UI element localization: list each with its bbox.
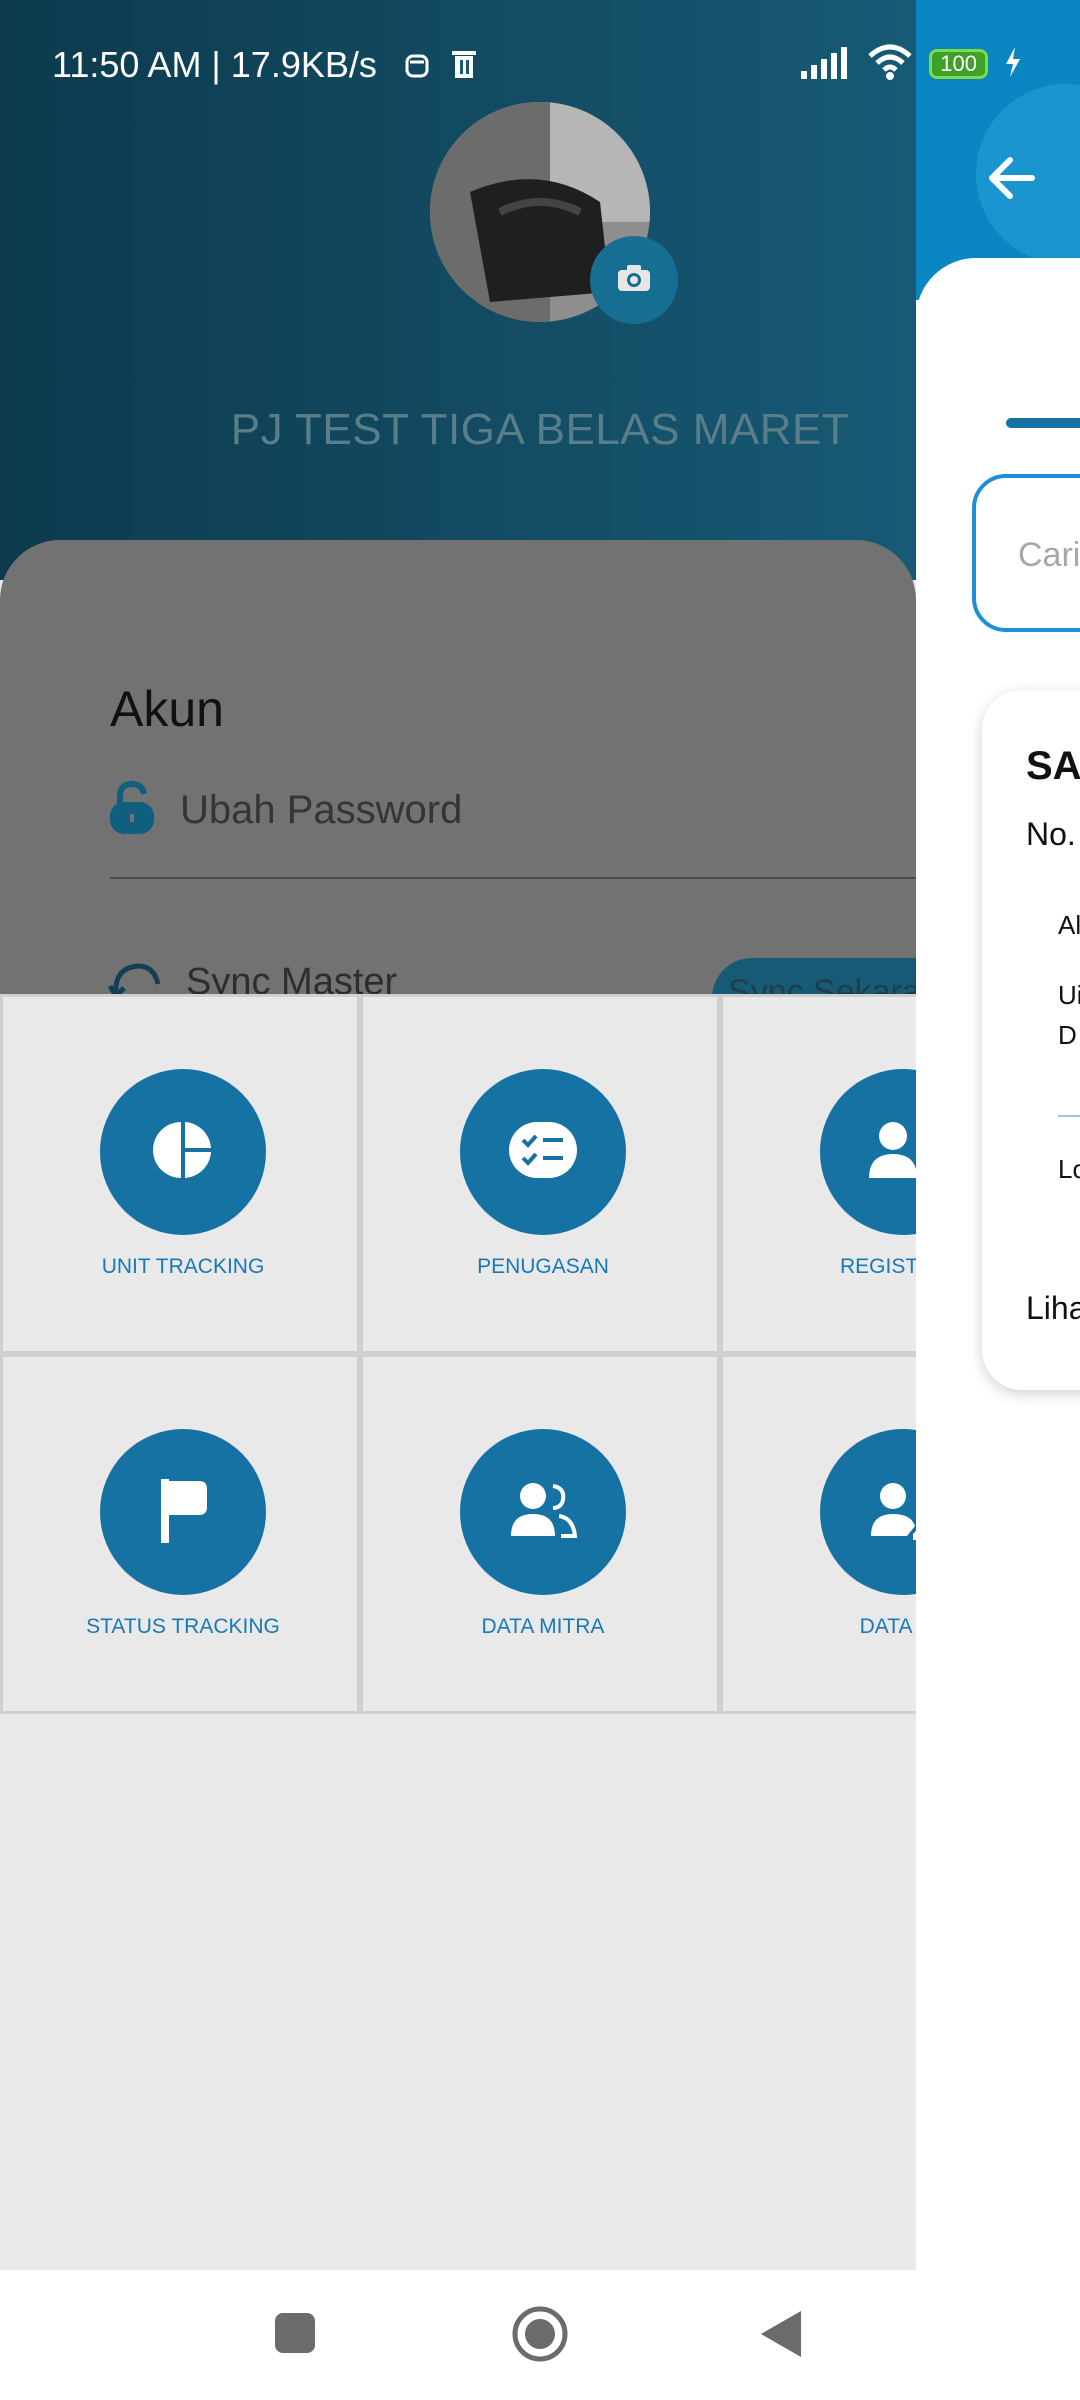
menu-label: STATUS TRACKING <box>86 1615 280 1638</box>
status-icons: 100 <box>801 44 1022 84</box>
menu-icon-circle <box>460 1069 626 1235</box>
battery-indicator: 100 <box>929 49 988 79</box>
square-icon <box>274 2312 316 2358</box>
card-line-2a: Ui <box>1058 980 1080 1010</box>
pie-chart-icon <box>151 1118 215 1186</box>
menu-unit-tracking[interactable]: UNIT TRACKING <box>0 994 360 1354</box>
users-icon <box>507 1478 579 1546</box>
home-button[interactable] <box>510 2306 570 2366</box>
tab-indicator <box>1006 418 1080 428</box>
card-line-3: Lo <box>1058 1154 1080 1184</box>
camera-button[interactable] <box>590 236 678 324</box>
notification-icon <box>404 46 430 84</box>
status-bar: 11:50 AM | 17.9KB/s 100 <box>0 0 1080 130</box>
charging-icon <box>1004 47 1022 81</box>
menu-icon-circle <box>100 1069 266 1235</box>
menu-label: PENUGASAN <box>477 1255 609 1278</box>
search-screen: Cari SA No. Al Ui D Lo Liha <box>916 0 1080 2270</box>
account-title: Akun <box>110 681 224 737</box>
trash-icon <box>450 48 478 84</box>
menu-data-profil[interactable]: DATA PR <box>720 1354 916 1714</box>
card-divider <box>1058 1115 1080 1117</box>
menu-data-mitra[interactable]: DATA MITRA <box>360 1354 720 1714</box>
back-button[interactable] <box>972 150 1052 210</box>
user-add-icon <box>867 1118 916 1186</box>
menu-icon-circle <box>820 1429 916 1595</box>
wifi-icon <box>867 44 913 84</box>
recent-apps-button[interactable] <box>270 2310 320 2360</box>
user-edit-icon <box>867 1478 916 1546</box>
card-title: SA <box>1026 744 1080 788</box>
arrow-left-icon <box>988 156 1036 204</box>
menu-grid: UNIT TRACKING PENUGASAN REGISTER A <box>0 994 916 1714</box>
menu-penugasan[interactable]: PENUGASAN <box>360 994 720 1354</box>
menu-label: DATA MITRA <box>481 1615 605 1638</box>
divider <box>110 877 916 879</box>
unlock-icon <box>108 780 156 840</box>
menu-icon-circle <box>100 1429 266 1595</box>
menu-status-tracking[interactable]: STATUS TRACKING <box>0 1354 360 1714</box>
profile-name: PJ TEST TIGA BELAS MARET <box>230 405 850 454</box>
card-line-1: Al <box>1058 910 1080 940</box>
menu-label: REGISTER A <box>839 1255 916 1278</box>
change-password-label: Ubah Password <box>180 787 463 832</box>
triangle-back-icon <box>759 2309 803 2363</box>
back-nav-button[interactable] <box>756 2308 806 2364</box>
status-time: 11:50 AM | 17.9KB/s <box>52 44 377 85</box>
home-circle-icon <box>511 2305 569 2367</box>
menu-label: UNIT TRACKING <box>101 1255 265 1278</box>
menu-register[interactable]: REGISTER A <box>720 994 916 1354</box>
card-line-2b: D <box>1058 1020 1077 1050</box>
navigation-bar <box>0 2270 1080 2400</box>
card-number-label: No. <box>1026 816 1076 852</box>
menu-icon-circle <box>820 1069 916 1235</box>
menu-sheet: UNIT TRACKING PENUGASAN REGISTER A <box>0 994 916 2270</box>
menu-label: DATA PR <box>859 1615 916 1638</box>
camera-icon <box>616 263 652 297</box>
change-password-row[interactable]: Ubah Password <box>108 780 462 840</box>
profile-screen: PJ TEST TIGA BELAS MARET Akun Ubah Passw… <box>0 0 916 2270</box>
card-link[interactable]: Liha <box>1026 1290 1080 1327</box>
search-placeholder: Cari <box>1018 536 1080 574</box>
menu-icon-circle <box>460 1429 626 1595</box>
flag-icon <box>155 1475 211 1549</box>
signal-icon <box>801 45 851 83</box>
checklist-icon <box>507 1118 579 1186</box>
